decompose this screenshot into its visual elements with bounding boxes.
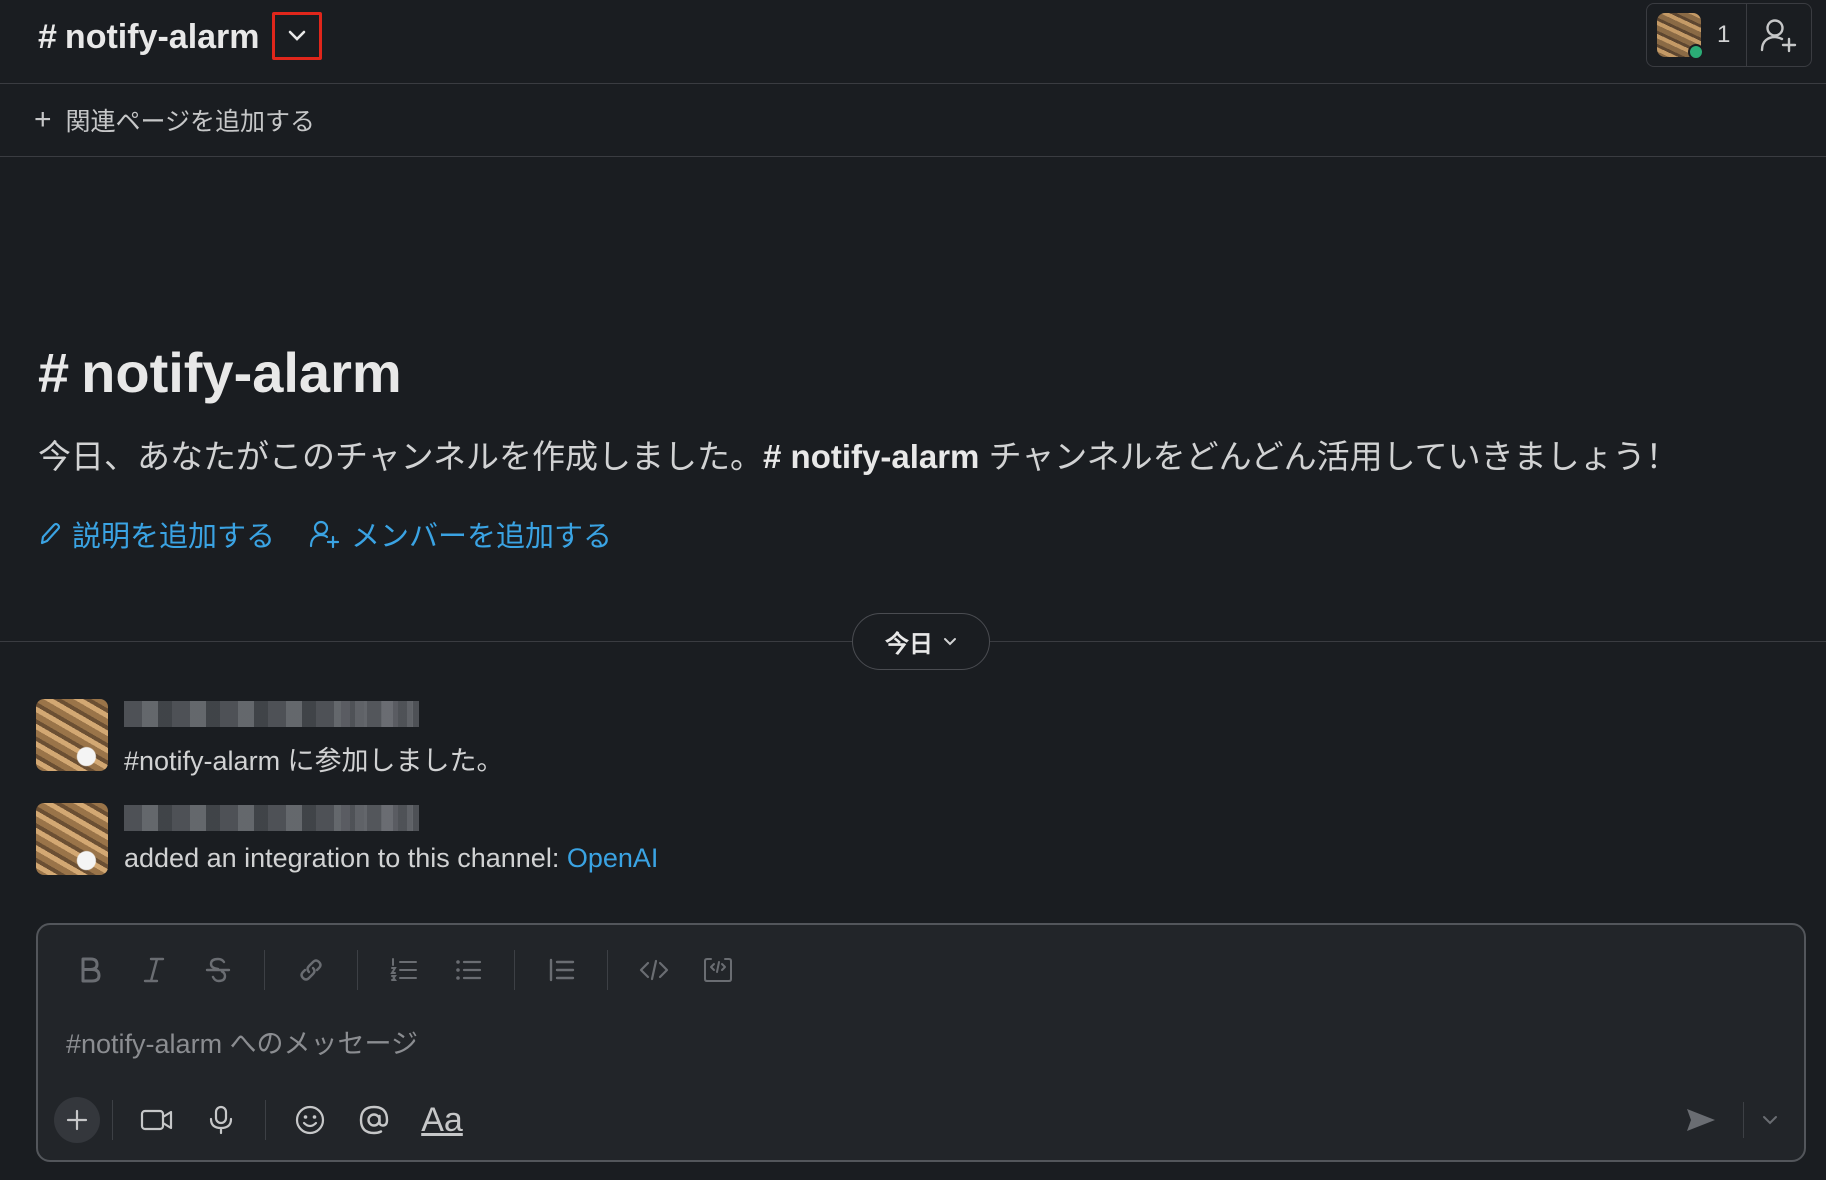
- chevron-down-icon: [1763, 1116, 1777, 1125]
- member-count-button[interactable]: 1: [1647, 4, 1747, 66]
- intro-desc-after: チャンネルをどんどん活用していきましょう！: [979, 438, 1679, 475]
- plus-icon: [66, 1109, 88, 1131]
- code-icon: [639, 959, 669, 981]
- add-user-icon: [1760, 19, 1797, 53]
- toolbar-divider: [264, 950, 265, 990]
- bookmark-bar: + 関連ページを追加する: [0, 84, 1826, 157]
- avatar[interactable]: [36, 699, 108, 771]
- bulleted-list-button[interactable]: [444, 946, 492, 994]
- composer-divider: [265, 1100, 266, 1140]
- avatar[interactable]: [36, 803, 108, 875]
- emoji-button[interactable]: [286, 1096, 334, 1144]
- mention-button[interactable]: [350, 1096, 398, 1144]
- strikethrough-icon: [205, 957, 231, 983]
- presence-dot: [1688, 44, 1704, 60]
- send-icon: [1687, 1109, 1715, 1131]
- message-text: #notify-alarm に参加しました。: [124, 746, 504, 776]
- strikethrough-button[interactable]: [194, 946, 242, 994]
- plus-icon: +: [34, 103, 52, 136]
- list-item: added an integration to this channel: Op…: [36, 803, 836, 883]
- format-toolbar: [58, 945, 750, 995]
- bold-icon: [81, 957, 101, 983]
- schedule-send-button[interactable]: [1756, 1096, 1784, 1144]
- ordered-list-icon: [390, 958, 417, 981]
- timestamp-redacted: [341, 701, 413, 727]
- chevron-down-icon: [288, 30, 306, 41]
- formatting-toggle-button[interactable]: Aa: [414, 1096, 470, 1144]
- ordered-list-button[interactable]: [380, 946, 428, 994]
- members-box: 1: [1646, 3, 1812, 67]
- message-text: added an integration to this channel: Op…: [124, 843, 658, 874]
- blockquote-icon: [549, 958, 575, 982]
- intro-desc-before: 今日、あなたがこのチャンネルを作成しました。: [38, 438, 764, 475]
- send-divider: [1743, 1102, 1744, 1138]
- attach-button[interactable]: [54, 1097, 100, 1143]
- emoji-icon: [295, 1105, 325, 1135]
- date-jump-button[interactable]: 今日: [852, 613, 990, 670]
- add-description-link[interactable]: 説明を追加する: [38, 513, 275, 555]
- mention-icon: [359, 1105, 389, 1135]
- channel-details-chevron[interactable]: [272, 12, 322, 60]
- intro-hash: #: [38, 341, 70, 404]
- add-members-link[interactable]: メンバーを追加する: [309, 513, 612, 555]
- chevron-down-icon: [944, 637, 956, 645]
- message-text-before: added an integration to this channel:: [124, 843, 567, 873]
- link-icon: [300, 959, 322, 981]
- italic-button[interactable]: [130, 946, 178, 994]
- add-description-label: 説明を追加する: [72, 521, 276, 553]
- blockquote-button[interactable]: [537, 946, 585, 994]
- channel-hash: #: [38, 17, 57, 56]
- video-clip-button[interactable]: [133, 1096, 181, 1144]
- intro-channel-name: notify-alarm: [81, 341, 402, 404]
- toolbar-divider: [514, 950, 515, 990]
- channel-title[interactable]: # notify-alarm: [38, 14, 260, 60]
- add-bookmark-label: 関連ページを追加する: [65, 108, 316, 136]
- member-count: 1: [1717, 21, 1731, 48]
- microphone-icon: [209, 1105, 233, 1135]
- date-label: 今日: [885, 631, 933, 658]
- intro-desc-channel[interactable]: # notify-alarm: [763, 438, 979, 475]
- toolbar-divider: [607, 950, 608, 990]
- code-block-button[interactable]: [694, 946, 742, 994]
- link-button[interactable]: [287, 946, 335, 994]
- message-composer: Aa: [36, 923, 1806, 1162]
- add-member-button[interactable]: [1747, 4, 1811, 66]
- timestamp-redacted: [341, 805, 413, 831]
- add-members-label: メンバーを追加する: [351, 521, 613, 553]
- pencil-icon: [40, 522, 61, 545]
- italic-icon: [143, 957, 165, 983]
- add-bookmark-button[interactable]: + 関連ページを追加する: [34, 102, 315, 138]
- audio-clip-button[interactable]: [197, 1096, 245, 1144]
- avatar: [1657, 13, 1704, 60]
- integration-link[interactable]: OpenAI: [567, 843, 659, 873]
- intro-description: 今日、あなたがこのチャンネルを作成しました。# notify-alarm チャン…: [38, 430, 1679, 478]
- bulleted-list-icon: [456, 960, 482, 980]
- add-user-icon: [309, 520, 340, 548]
- intro-title: # notify-alarm: [38, 340, 402, 405]
- video-icon: [140, 1109, 173, 1131]
- list-item: #notify-alarm に参加しました。: [36, 699, 736, 779]
- toolbar-divider: [357, 950, 358, 990]
- send-area: [1669, 1095, 1786, 1145]
- composer-actions: Aa: [54, 1095, 478, 1145]
- message-input[interactable]: [64, 1021, 1568, 1067]
- code-button[interactable]: [630, 946, 678, 994]
- channel-name: notify-alarm: [64, 17, 260, 56]
- format-label: Aa: [421, 1100, 463, 1139]
- send-button[interactable]: [1677, 1096, 1725, 1144]
- composer-divider: [112, 1100, 113, 1140]
- intro-links: 説明を追加する メンバーを追加する: [38, 513, 612, 555]
- code-block-icon: [704, 958, 732, 982]
- channel-header: # notify-alarm 1: [0, 0, 1826, 84]
- bold-button[interactable]: [66, 946, 114, 994]
